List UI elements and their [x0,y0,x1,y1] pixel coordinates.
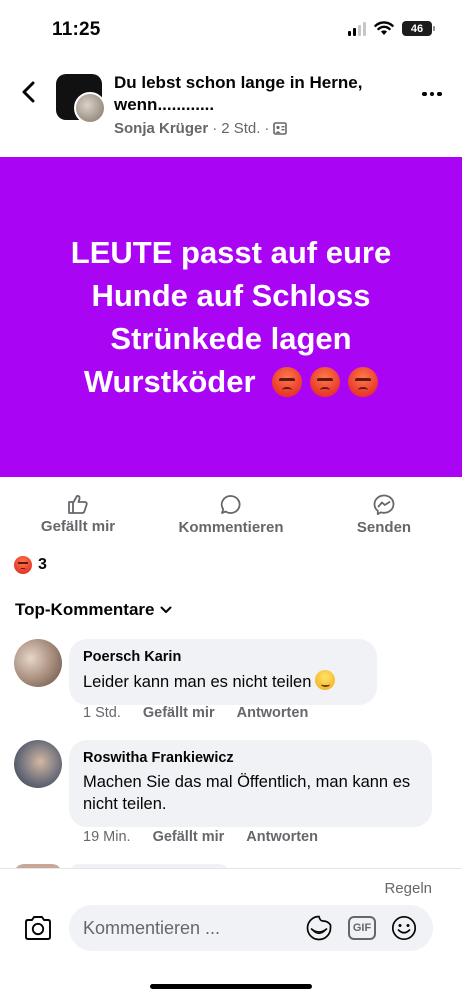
like-button[interactable]: Gefällt mir [38,494,118,535]
more-icon [422,91,427,97]
sticker-button[interactable] [305,914,333,942]
comment-actions: 19 Min. Gefällt mir Antworten [83,829,318,845]
comment-reply-button[interactable]: Antworten [237,705,309,721]
sticker-icon [306,915,332,941]
rules-link[interactable]: Regeln [384,880,432,897]
sort-label: Top-Kommentare [15,600,155,619]
home-indicator [150,984,312,989]
camera-button[interactable] [22,912,54,944]
chevron-down-icon [160,606,172,613]
angry-emoji-icon [310,367,341,397]
messenger-icon [373,494,395,515]
reaction-count: 3 [38,556,47,573]
gif-icon: GIF [348,916,376,940]
gif-button[interactable]: GIF [348,914,376,942]
post-meta: Sonja Krüger · 2 Std. · [114,120,288,137]
comment-sort-dropdown[interactable]: Top-Kommentare [15,600,172,620]
status-bar: 11:25 46 [0,0,462,58]
send-label: Senden [356,519,412,536]
group-privacy-icon [273,122,288,135]
comment-time: 19 Min. [83,829,131,845]
composer-divider [0,868,462,869]
comment-time: 1 Std. [83,705,121,721]
comment-composer: Regeln GIF [0,868,462,1000]
smirk-emoji-icon [315,670,336,690]
cellular-signal-icon [348,21,366,36]
group-title[interactable]: Du lebst schon lange in Herne, wenn.....… [114,72,404,116]
angry-reaction-icon [14,556,32,574]
status-icons: 46 [348,21,435,36]
comment-label: Kommentieren [178,519,284,536]
meta-separator: · [264,120,270,137]
comment-like-button[interactable]: Gefällt mir [143,705,215,721]
comment-icon [220,495,241,514]
commenter-avatar[interactable] [14,639,62,687]
post-image[interactable]: LEUTE passt auf eure Hunde auf Schloss S… [0,157,462,477]
post-image-text: LEUTE passt auf eure Hunde auf Schloss S… [70,235,392,399]
more-options-button[interactable] [418,82,446,106]
reactions-summary[interactable]: 3 [14,556,47,574]
post-time[interactable]: 2 Std. [221,120,260,137]
comment-button[interactable]: Kommentieren [170,494,292,536]
angry-emoji-icon [348,367,379,397]
commenter-avatar[interactable] [14,740,62,788]
comment-like-button[interactable]: Gefällt mir [153,829,225,845]
wifi-icon [374,21,394,35]
comment-actions: 1 Std. Gefällt mir Antworten [83,705,308,721]
back-icon [22,81,35,103]
comment-text-container: Leider kann man es nicht teilen [83,670,363,693]
emoji-icon [391,915,417,941]
status-time: 11:25 [52,19,101,40]
commenter-name[interactable]: Roswitha Frankiewicz [83,750,418,766]
comment-reply-button[interactable]: Antworten [246,829,318,845]
meta-separator: · [212,120,218,137]
camera-icon [25,916,51,940]
comment-input-container: GIF [69,905,433,951]
post-header: Du lebst schon lange in Herne, wenn.....… [0,62,462,146]
battery-icon: 46 [402,21,435,36]
like-label: Gefällt mir [40,518,116,535]
commenter-name[interactable]: Poersch Karin [83,649,363,665]
comment-input[interactable] [83,917,303,939]
back-button[interactable] [14,76,42,108]
send-button[interactable]: Senden [352,494,416,536]
comment-text: Machen Sie das mal Öffentlich, man kann … [83,773,411,813]
angry-emoji-icon [272,367,303,397]
comment-bubble[interactable]: Roswitha Frankiewicz Machen Sie das mal … [69,740,432,827]
comment-bubble[interactable]: Poersch Karin Leider kann man es nicht t… [69,639,377,705]
comment-text: Leider kann man es nicht teilen [83,673,312,691]
author-name[interactable]: Sonja Krüger [114,120,208,137]
post-action-bar: Gefällt mir Kommentieren Senden [0,494,462,546]
emoji-button[interactable] [390,914,418,942]
author-avatar[interactable] [74,92,106,124]
post-image-text-container: LEUTE passt auf eure Hunde auf Schloss S… [31,231,431,403]
thumbs-up-icon [68,495,88,514]
